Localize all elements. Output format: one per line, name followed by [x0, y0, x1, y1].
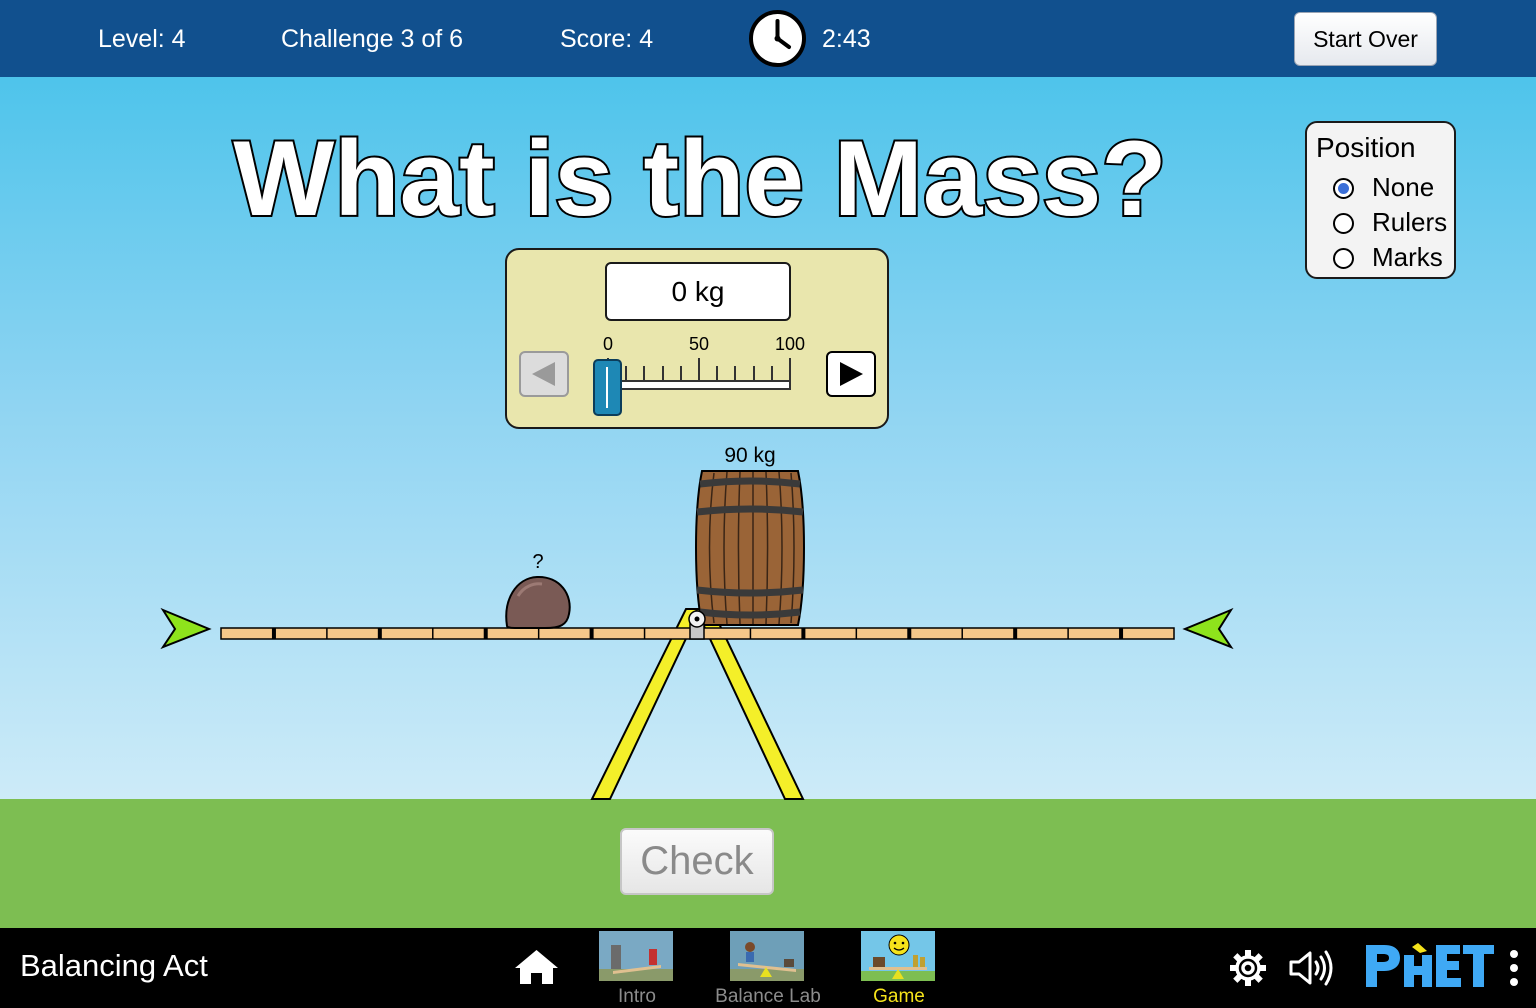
speaker-icon[interactable] — [1288, 948, 1336, 988]
kebab-menu-icon[interactable] — [1507, 948, 1521, 988]
mystery-rock[interactable] — [505, 575, 571, 629]
screen-tab-intro[interactable]: Intro — [599, 931, 675, 1008]
right-level-indicator — [1182, 607, 1234, 650]
rock-mass-label: ? — [532, 551, 544, 573]
intro-thumbnail — [599, 931, 673, 981]
phet-logo[interactable] — [1364, 941, 1496, 991]
screen-tab-game-label: Game — [873, 986, 925, 1007]
gear-icon[interactable] — [1228, 948, 1268, 988]
game-thumbnail — [861, 931, 935, 981]
app-title: Balancing Act — [20, 948, 208, 983]
home-icon[interactable] — [514, 948, 559, 986]
screen-tab-game[interactable]: Game — [861, 931, 937, 1008]
barrel-mass[interactable] — [695, 470, 805, 626]
barrel-mass-label: 90 kg — [724, 444, 776, 467]
navigation-bar: Balancing Act Intro Balance Lab Game — [0, 928, 1536, 1008]
balance-lab-thumbnail — [730, 931, 804, 981]
screen-tab-intro-label: Intro — [617, 986, 657, 1007]
screen-tab-balance-lab[interactable]: Balance Lab — [715, 931, 821, 1008]
check-button[interactable]: Check — [620, 828, 774, 895]
pivot-point — [688, 610, 706, 640]
left-level-indicator — [160, 607, 212, 650]
screen-tab-balance-lab-label: Balance Lab — [715, 986, 821, 1007]
